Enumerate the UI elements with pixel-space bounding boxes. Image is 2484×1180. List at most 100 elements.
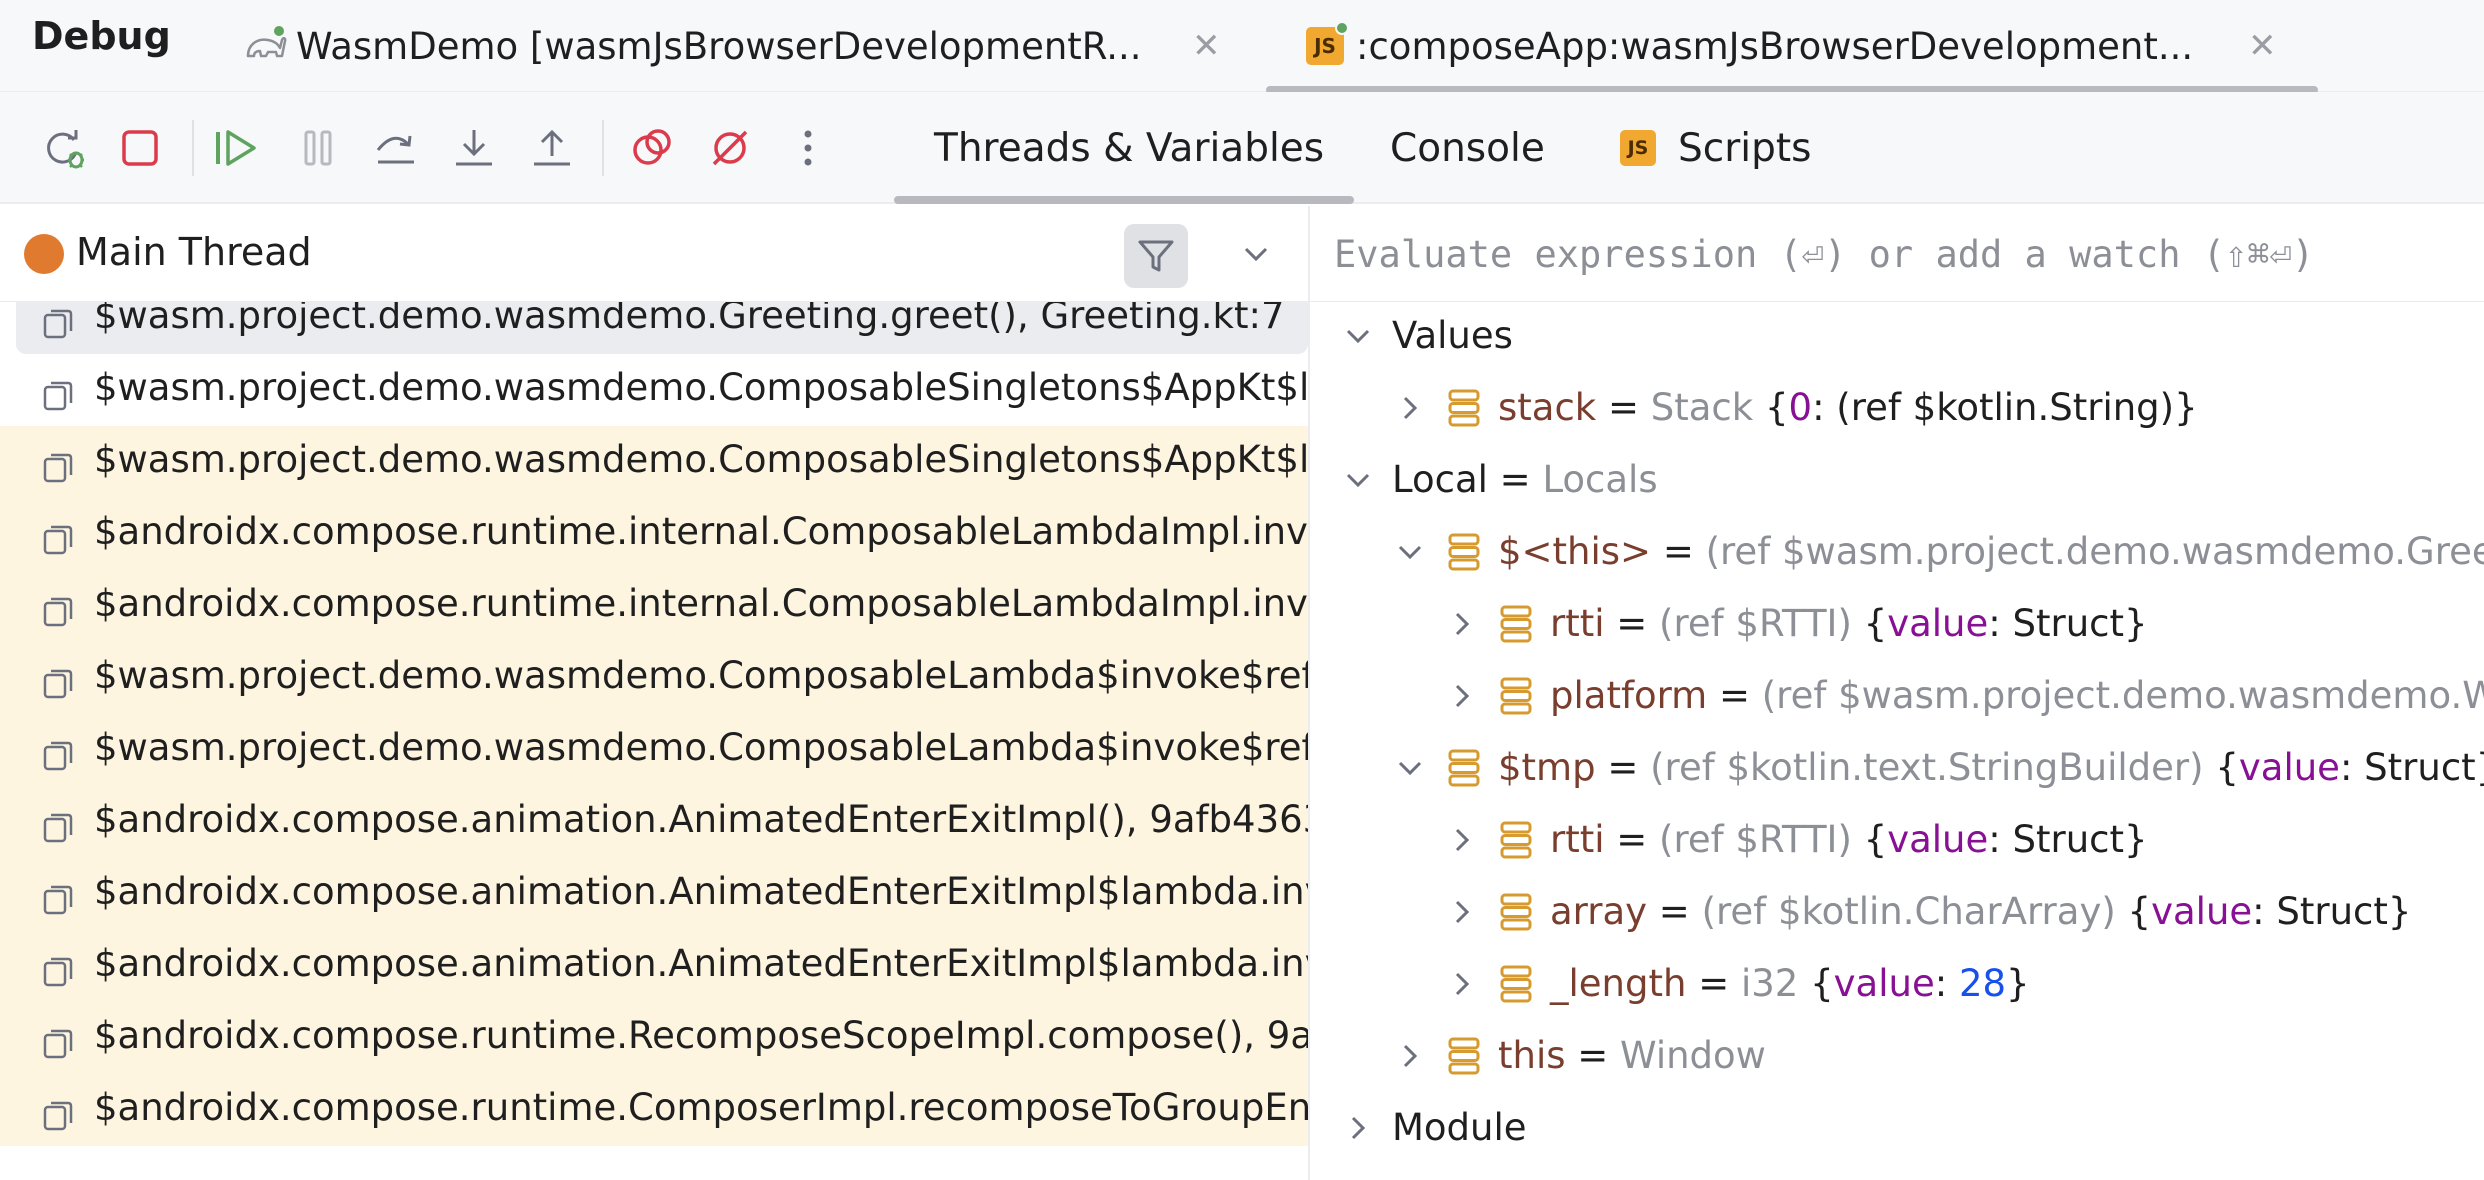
variable-type: Locals: [1542, 458, 1658, 501]
active-tab-indicator: [894, 196, 1354, 204]
variable-node[interactable]: this = Window: [1310, 1020, 2484, 1092]
toolbar-separator: [602, 120, 604, 176]
stack-frame-row[interactable]: $wasm.project.demo.wasmdemo.ComposableSi…: [0, 354, 1308, 426]
stack-frame-icon: [42, 1100, 74, 1132]
variable-name: $tmp: [1498, 746, 1596, 789]
stack-frame-row[interactable]: $wasm.project.demo.wasmdemo.ComposableLa…: [0, 714, 1308, 786]
variable-value-part: 28: [1958, 962, 2007, 1005]
variable-name: array: [1550, 890, 1648, 933]
field-icon: [1498, 676, 1534, 716]
stack-frame-row[interactable]: $wasm.project.demo.wasmdemo.Greeting.gre…: [16, 302, 1308, 354]
resume-icon[interactable]: [212, 122, 264, 174]
variable-node[interactable]: _length = i32 {value: 28}: [1310, 948, 2484, 1020]
variable-node[interactable]: $<this> = (ref $wasm.project.demo.wasmde…: [1310, 516, 2484, 588]
chevron-right-icon[interactable]: [1392, 390, 1428, 426]
variable-name: platform: [1550, 674, 1708, 717]
variable-value-part: : Struct}: [2339, 746, 2484, 789]
js-icon: JS: [1620, 130, 1656, 166]
toolbar-separator: [192, 120, 194, 176]
chevron-right-icon[interactable]: [1444, 894, 1480, 930]
stack-frame-label: $wasm.project.demo.wasmdemo.ComposableLa…: [94, 654, 1308, 697]
chevron-down-icon[interactable]: [1392, 534, 1428, 570]
thread-name[interactable]: Main Thread: [76, 230, 312, 274]
stack-frame-row[interactable]: $androidx.compose.animation.AnimatedEnte…: [0, 786, 1308, 858]
stack-frame-row[interactable]: $androidx.compose.runtime.internal.Compo…: [0, 498, 1308, 570]
variable-node[interactable]: $tmp = (ref $kotlin.text.StringBuilder) …: [1310, 732, 2484, 804]
stack-frame-row[interactable]: $wasm.project.demo.wasmdemo.ComposableSi…: [0, 426, 1308, 498]
chevron-down-icon[interactable]: [1392, 750, 1428, 786]
variable-node[interactable]: stack = Stack {0: (ref $kotlin.String)}: [1310, 372, 2484, 444]
variable-type: Stack: [1650, 386, 1765, 429]
stack-frame-row[interactable]: $wasm.project.demo.wasmdemo.ComposableLa…: [0, 642, 1308, 714]
chevron-down-icon[interactable]: [1236, 234, 1276, 274]
thread-selector: Main Thread: [0, 206, 1308, 302]
chevron-right-icon[interactable]: [1340, 1110, 1376, 1146]
chevron-down-icon[interactable]: [1340, 462, 1376, 498]
variable-name: this: [1498, 1034, 1566, 1077]
stack-frame-label: $androidx.compose.animation.AnimatedEnte…: [94, 870, 1308, 913]
tab-scripts[interactable]: JS Scripts: [1620, 92, 1811, 204]
variable-group-module[interactable]: Module: [1310, 1092, 2484, 1164]
variable-value-part: value: [2238, 746, 2340, 789]
evaluate-expression-input[interactable]: [1334, 224, 2474, 284]
variable-type: (ref $wasm.project.demo.wasmdemo.W: [1761, 674, 2484, 717]
stack-frame-row[interactable]: $androidx.compose.runtime.RecomposeScope…: [0, 1002, 1308, 1074]
view-breakpoints-icon[interactable]: [626, 122, 678, 174]
stack-frame-icon: [42, 740, 74, 772]
step-out-icon[interactable]: [526, 122, 578, 174]
tab-console[interactable]: Console: [1390, 92, 1545, 204]
chevron-right-icon[interactable]: [1444, 822, 1480, 858]
variable-node[interactable]: rtti = (ref $RTTI) {value: Struct}: [1310, 588, 2484, 660]
variable-group-values[interactable]: Values: [1310, 302, 2484, 372]
stack-frame-icon: [42, 308, 74, 340]
variable-value-part: :: [1934, 962, 1959, 1005]
stack-frame-label: $wasm.project.demo.wasmdemo.ComposableSi…: [94, 366, 1308, 409]
variable-node[interactable]: platform = (ref $wasm.project.demo.wasmd…: [1310, 660, 2484, 732]
rerun-debug-icon[interactable]: [38, 122, 90, 174]
more-options-icon[interactable]: [782, 122, 834, 174]
thread-status-icon: [24, 234, 64, 274]
variable-name: stack: [1498, 386, 1597, 429]
variable-value-part: {: [1863, 602, 1888, 645]
chevron-right-icon[interactable]: [1444, 966, 1480, 1002]
variable-node[interactable]: rtti = (ref $RTTI) {value: Struct}: [1310, 804, 2484, 876]
mute-breakpoints-icon[interactable]: [704, 122, 756, 174]
variable-label: array = (ref $kotlin.CharArray) {value: …: [1550, 890, 2411, 933]
variable-label: $<this> = (ref $wasm.project.demo.wasmde…: [1498, 530, 2484, 573]
variable-name: $<this>: [1498, 530, 1652, 573]
chevron-right-icon[interactable]: [1392, 1038, 1428, 1074]
pause-icon[interactable]: [292, 122, 344, 174]
stack-frame-label: $wasm.project.demo.wasmdemo.Greeting.gre…: [94, 302, 1285, 337]
variable-value-part: : Struct}: [1988, 818, 2148, 861]
variable-name: rtti: [1550, 818, 1605, 861]
field-icon: [1446, 532, 1482, 572]
stack-frame-icon: [42, 812, 74, 844]
filter-icon[interactable]: [1124, 224, 1188, 288]
variable-value-part: {: [1863, 818, 1888, 861]
close-icon[interactable]: ✕: [2248, 26, 2277, 66]
equals-sign: =: [1647, 890, 1702, 933]
stack-frame-row[interactable]: $androidx.compose.animation.AnimatedEnte…: [0, 930, 1308, 1002]
close-icon[interactable]: ✕: [1192, 26, 1221, 66]
variable-group-local[interactable]: Local = Locals: [1310, 444, 2484, 516]
stack-frame-icon: [42, 524, 74, 556]
variable-label: Module: [1392, 1106, 1527, 1149]
run-tab-composeapp[interactable]: JS :composeApp:wasmJsBrowserDevelopment.…: [1306, 0, 2286, 92]
step-over-icon[interactable]: [370, 122, 422, 174]
stack-frame-row[interactable]: $androidx.compose.runtime.ComposerImpl.r…: [0, 1074, 1308, 1146]
stack-frame-icon: [42, 452, 74, 484]
stack-frame-label: $androidx.compose.animation.AnimatedEnte…: [94, 942, 1308, 985]
equals-sign: =: [1604, 602, 1660, 645]
chevron-down-icon[interactable]: [1340, 318, 1376, 354]
stop-icon[interactable]: [114, 122, 166, 174]
chevron-right-icon[interactable]: [1444, 606, 1480, 642]
panel-title: Debug: [32, 14, 171, 58]
variable-node[interactable]: array = (ref $kotlin.CharArray) {value: …: [1310, 876, 2484, 948]
stack-frame-row[interactable]: $androidx.compose.animation.AnimatedEnte…: [0, 858, 1308, 930]
stack-frame-row[interactable]: $androidx.compose.runtime.internal.Compo…: [0, 570, 1308, 642]
step-into-icon[interactable]: [448, 122, 500, 174]
run-tab-wasmdemo[interactable]: WasmDemo [wasmJsBrowserDevelopmentR... ✕: [244, 0, 1244, 92]
tab-label: Scripts: [1678, 125, 1812, 171]
chevron-right-icon[interactable]: [1444, 678, 1480, 714]
tab-threads-variables[interactable]: Threads & Variables: [934, 92, 1324, 204]
